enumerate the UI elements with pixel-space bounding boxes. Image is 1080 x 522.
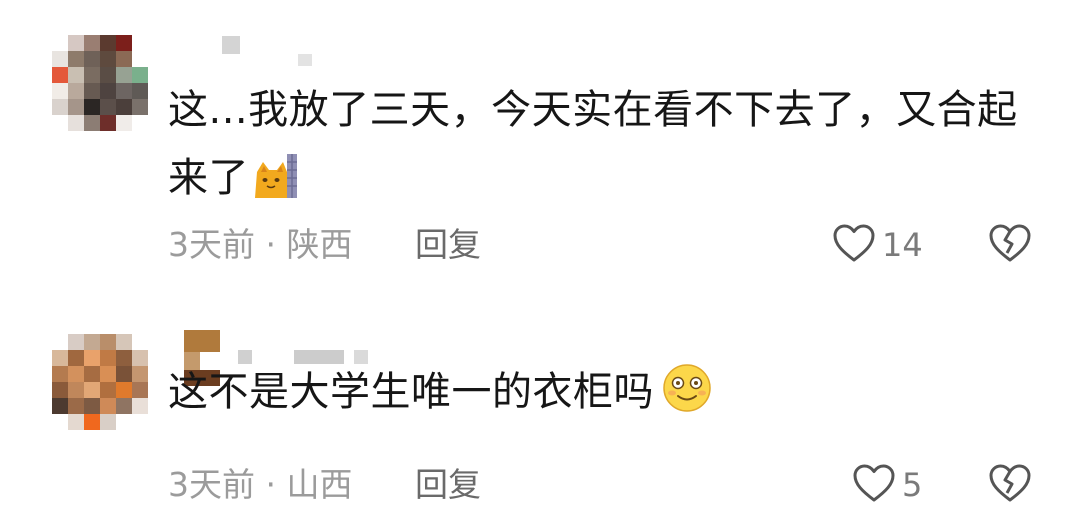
- reply-button[interactable]: 回复: [415, 220, 481, 270]
- comment-text: 这...我放了三天，今天实在看不下去了，又合起来了: [168, 87, 1018, 201]
- like-count: 14: [882, 226, 923, 264]
- like-button[interactable]: 14: [832, 220, 923, 270]
- like-button[interactable]: 5: [852, 460, 922, 510]
- comment-text: 这不是大学生唯一的衣柜吗: [168, 358, 1048, 426]
- like-count: 5: [902, 466, 923, 504]
- avatar[interactable]: [52, 35, 148, 131]
- cat-emoji-icon: [253, 152, 299, 200]
- time-location: 3天前 · 陕西: [168, 225, 353, 264]
- broken-heart-icon: [988, 463, 1032, 507]
- dislike-button[interactable]: [988, 220, 1032, 270]
- broken-heart-icon: [988, 223, 1032, 267]
- comment-item: 这不是大学生唯一的衣柜吗 3天前 · 山西 回复 5: [0, 300, 1080, 522]
- time-location: 3天前 · 山西: [168, 465, 353, 504]
- heart-icon: [852, 463, 896, 507]
- avatar[interactable]: [52, 334, 148, 430]
- smile-emoji-icon: [662, 363, 712, 413]
- dislike-button[interactable]: [988, 460, 1032, 510]
- reply-button[interactable]: 回复: [415, 460, 481, 510]
- comment-item: 这...我放了三天，今天实在看不下去了，又合起来了 3天前 · 陕西 回复 14: [0, 0, 1080, 300]
- heart-icon: [832, 223, 876, 267]
